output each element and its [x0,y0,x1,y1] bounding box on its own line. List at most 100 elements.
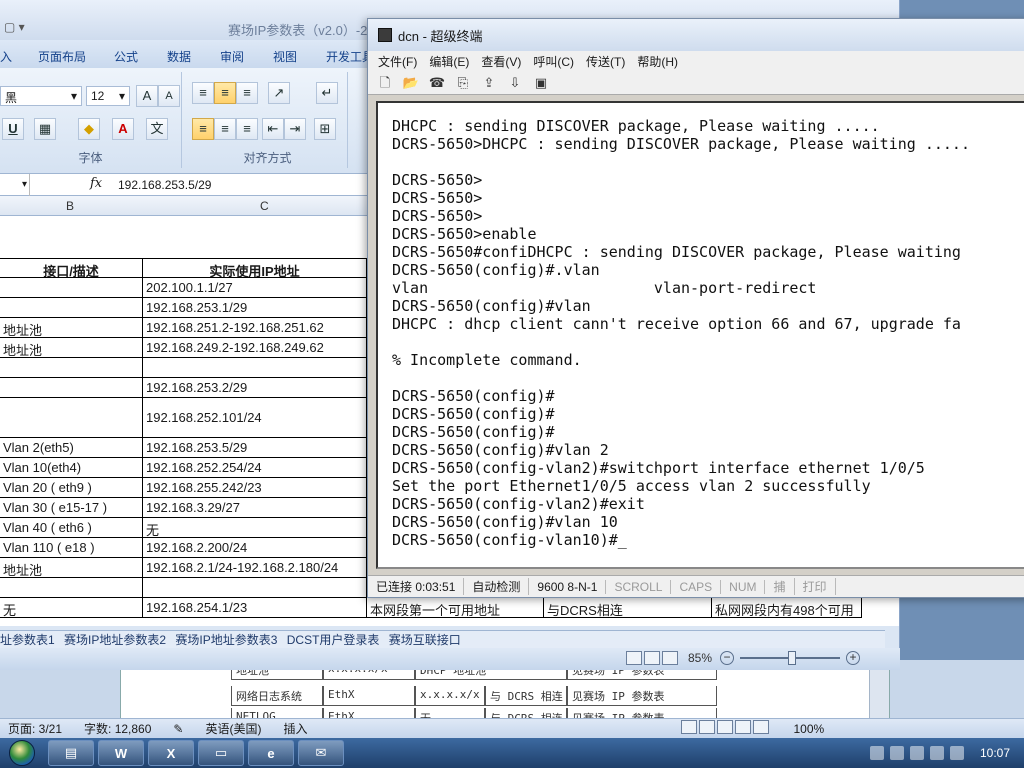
outline-icon[interactable] [735,720,752,734]
cell-ip[interactable]: 192.168.252.254/24 [143,458,367,478]
page-break-view-icon[interactable] [661,651,678,665]
cell-interface[interactable]: Vlan 2(eth5) [0,438,143,458]
word-zoom-level[interactable]: 100% [793,722,824,736]
cell-ip[interactable]: 192.168.253.1/29 [143,298,367,318]
fill-color-icon[interactable]: ◆ [78,118,100,140]
cell-empty[interactable] [0,578,143,598]
fx-icon[interactable]: fx [90,176,102,191]
cell-interface[interactable] [0,378,143,398]
cell-ip[interactable]: 192.168.3.29/27 [143,498,367,518]
cell-ip[interactable]: 192.168.252.101/24 [143,398,367,438]
font-name-select[interactable]: 黑 ▾ [0,86,82,106]
word-language[interactable]: 英语(美国) [205,720,261,737]
explorer-icon[interactable]: ▤ [48,740,94,766]
cell-interface[interactable] [0,398,143,438]
tab-data[interactable]: 数据 [167,48,191,65]
network-icon[interactable] [869,746,884,760]
cell-interface[interactable] [0,358,143,378]
align-left-icon[interactable]: ≡ [192,118,214,140]
ie-icon[interactable]: e [248,740,294,766]
ime-icon[interactable] [909,746,924,760]
cell-interface[interactable]: 地址池 [0,558,143,578]
cell-interface[interactable]: 地址池 [0,318,143,338]
draft-icon[interactable] [753,720,770,734]
align-right-icon[interactable]: ≡ [236,118,258,140]
sheet-tab[interactable]: DCST用户登录表 [287,633,380,647]
quick-access-dropdown-icon[interactable]: ▢ ▾ [4,20,25,34]
align-middle-icon[interactable]: ≡ [214,82,236,104]
web-layout-icon[interactable] [717,720,734,734]
align-center-icon[interactable]: ≡ [214,118,236,140]
zoom-out-icon[interactable]: − [720,651,734,665]
cell-interface[interactable]: Vlan 40 ( eth6 ) [0,518,143,538]
tab-page-layout[interactable]: 页面布局 [38,48,86,65]
decrease-indent-icon[interactable]: ⇤ [262,118,284,140]
menu-edit[interactable]: 编辑(E) [429,53,469,70]
increase-indent-icon[interactable]: ⇥ [284,118,306,140]
disconnect-icon[interactable]: ⎘ [454,74,472,92]
send-icon[interactable]: ⇪ [480,74,498,92]
security-icon[interactable] [889,746,904,760]
new-file-icon[interactable]: 🗋 [376,74,394,92]
merge-cells-icon[interactable]: ⊞ [314,118,336,140]
align-top-icon[interactable]: ≡ [192,82,214,104]
volume-icon[interactable] [929,746,944,760]
cell-ip[interactable] [143,358,367,378]
sheet-tab[interactable]: 赛场IP地址参数表3 [175,633,277,647]
cell-ip[interactable]: 192.168.2.200/24 [143,538,367,558]
start-button[interactable] [0,738,44,768]
cell-ip[interactable]: 192.168.253.5/29 [143,438,367,458]
word-insert-mode[interactable]: 插入 [283,720,307,737]
open-folder-icon[interactable]: 📂 [402,74,420,92]
cell-interface[interactable]: Vlan 110 ( e18 ) [0,538,143,558]
cell-ip[interactable]: 202.100.1.1/27 [143,278,367,298]
cell-ip[interactable]: 192.168.249.2-192.168.249.62 [143,338,367,358]
excel-icon[interactable]: X [148,740,194,766]
flag-icon[interactable] [949,746,964,760]
menu-file[interactable]: 文件(F) [378,53,417,70]
zoom-slider[interactable] [740,651,840,665]
print-layout-icon[interactable] [681,720,698,734]
receive-icon[interactable]: ⇩ [506,74,524,92]
folder-icon[interactable]: ✉ [298,740,344,766]
menu-help[interactable]: 帮助(H) [637,53,678,70]
header-cell[interactable]: 接口/描述 [0,258,143,278]
formula-input[interactable]: 192.168.253.5/29 [118,178,211,192]
zoom-in-icon[interactable]: + [846,651,860,665]
grow-font-button[interactable]: A [136,85,158,107]
cell-ip[interactable]: 无 [143,518,367,538]
phonetic-icon[interactable]: 文 [146,118,168,140]
align-bottom-icon[interactable]: ≡ [236,82,258,104]
column-header-c[interactable]: C [260,199,269,213]
cell-ip[interactable]: 192.168.255.242/23 [143,478,367,498]
call-icon[interactable]: ☎ [428,74,446,92]
tab-review[interactable]: 审阅 [220,48,244,65]
cell-interface[interactable]: Vlan 30 ( e15-17 ) [0,498,143,518]
cell-link[interactable]: 与DCRS相连 [544,598,712,618]
terminal-screen[interactable]: DHCPC : sending DISCOVER package, Please… [376,101,1024,569]
tab-view[interactable]: 视图 [273,48,297,65]
page-layout-view-icon[interactable] [643,651,660,665]
normal-view-icon[interactable] [625,651,642,665]
cell-interface[interactable] [0,298,143,318]
name-box-dropdown-icon[interactable]: ▾ [0,174,30,196]
cell-interface[interactable]: Vlan 10(eth4) [0,458,143,478]
cell-interface[interactable] [0,278,143,298]
cell-empty[interactable] [143,578,367,598]
zoom-slider-thumb[interactable] [788,651,796,665]
terminal-icon[interactable]: ▭ [198,740,244,766]
sheet-tab[interactable]: 赛场互联接口 [389,633,461,647]
cell-interface[interactable]: 地址池 [0,338,143,358]
cell-ip[interactable]: 192.168.2.1/24-192.168.2.180/24 [143,558,367,578]
tab-insert[interactable]: 入 [0,48,12,65]
properties-icon[interactable]: ▣ [532,74,550,92]
cell-ip[interactable]: 192.168.253.2/29 [143,378,367,398]
orientation-icon[interactable]: ↗ [268,82,290,104]
underline-button[interactable]: U [2,118,24,140]
font-color-icon[interactable]: A [112,118,134,140]
zoom-level[interactable]: 85% [688,651,712,665]
font-size-select[interactable]: 12 ▾ [86,86,130,106]
cell-interface[interactable]: Vlan 20 ( eth9 ) [0,478,143,498]
cell-remark[interactable]: 私网网段内有498个可用 [712,598,862,618]
menu-transfer[interactable]: 传送(T) [586,53,625,70]
